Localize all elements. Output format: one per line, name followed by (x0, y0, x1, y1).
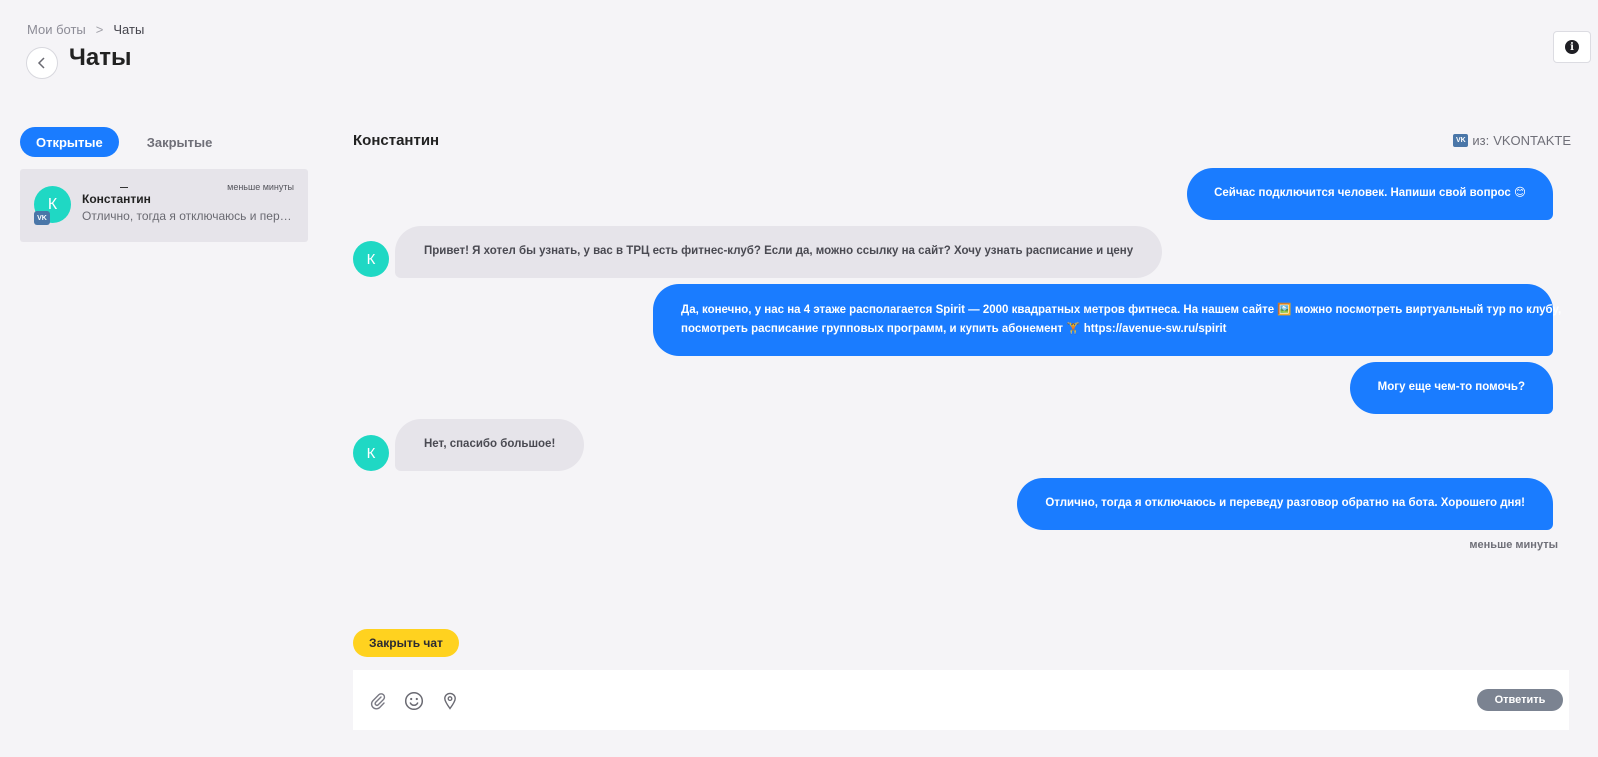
conversation-source: VK из: VKONTAKTE (1453, 133, 1571, 148)
breadcrumb-separator: > (95, 22, 104, 37)
message-outgoing: Могу еще чем-то помочь? (1349, 362, 1553, 414)
chat-preview: Отлично, тогда я отключаюсь и переведу р… (82, 209, 292, 223)
chat-time: меньше минуты (227, 182, 294, 192)
vk-icon: VK (1453, 134, 1469, 147)
info-icon: i (1565, 40, 1579, 54)
breadcrumb-current: Чаты (113, 22, 145, 37)
message-incoming: Привет! Я хотел бы узнать, у вас в ТРЦ е… (395, 226, 1163, 278)
page-title: Чаты (69, 44, 132, 71)
chat-tabs: Открытые Закрытые (20, 127, 228, 157)
reply-input[interactable] (473, 684, 1433, 716)
tab-open[interactable]: Открытые (20, 127, 119, 157)
back-button[interactable] (26, 47, 58, 79)
message-outgoing: Отлично, тогда я отключаюсь и переведу р… (1017, 478, 1553, 530)
paperclip-icon[interactable] (367, 690, 389, 712)
message-time: меньше минуты (1469, 539, 1558, 551)
source-prefix: из: (1472, 133, 1490, 148)
avatar: К (353, 435, 389, 471)
close-chat-button[interactable]: Закрыть чат (353, 629, 459, 657)
chat-list-item[interactable]: К VK меньше минуты Константин Отлично, т… (20, 169, 308, 242)
message-incoming: Нет, спасибо большое! (395, 419, 585, 471)
divider (120, 187, 128, 188)
tab-closed[interactable]: Закрытые (131, 127, 229, 157)
smiley-icon[interactable] (403, 690, 425, 712)
info-button[interactable]: i (1553, 31, 1591, 63)
breadcrumb: Мои боты > Чаты (27, 22, 144, 37)
back-arrow-icon (37, 57, 45, 69)
message-line: Да, конечно, у нас на 4 этаже располагае… (681, 304, 1562, 316)
location-pin-icon[interactable] (439, 690, 461, 712)
avatar: К (353, 241, 389, 277)
message-outgoing: Сейчас подключится человек. Напиши свой … (1187, 168, 1553, 220)
reply-button[interactable]: Ответить (1477, 689, 1563, 711)
message-composer: Ответить (353, 670, 1569, 730)
source-name: VKONTAKTE (1493, 133, 1571, 148)
message-line: посмотреть расписание групповых программ… (681, 323, 1227, 335)
breadcrumb-link-my-bots[interactable]: Мои боты (27, 22, 86, 37)
vk-icon: VK (34, 211, 50, 225)
message-outgoing: Да, конечно, у нас на 4 этаже располагае… (653, 284, 1562, 356)
conversation-contact-name: Константин (353, 132, 440, 149)
chat-contact-name: Константин (82, 192, 151, 206)
